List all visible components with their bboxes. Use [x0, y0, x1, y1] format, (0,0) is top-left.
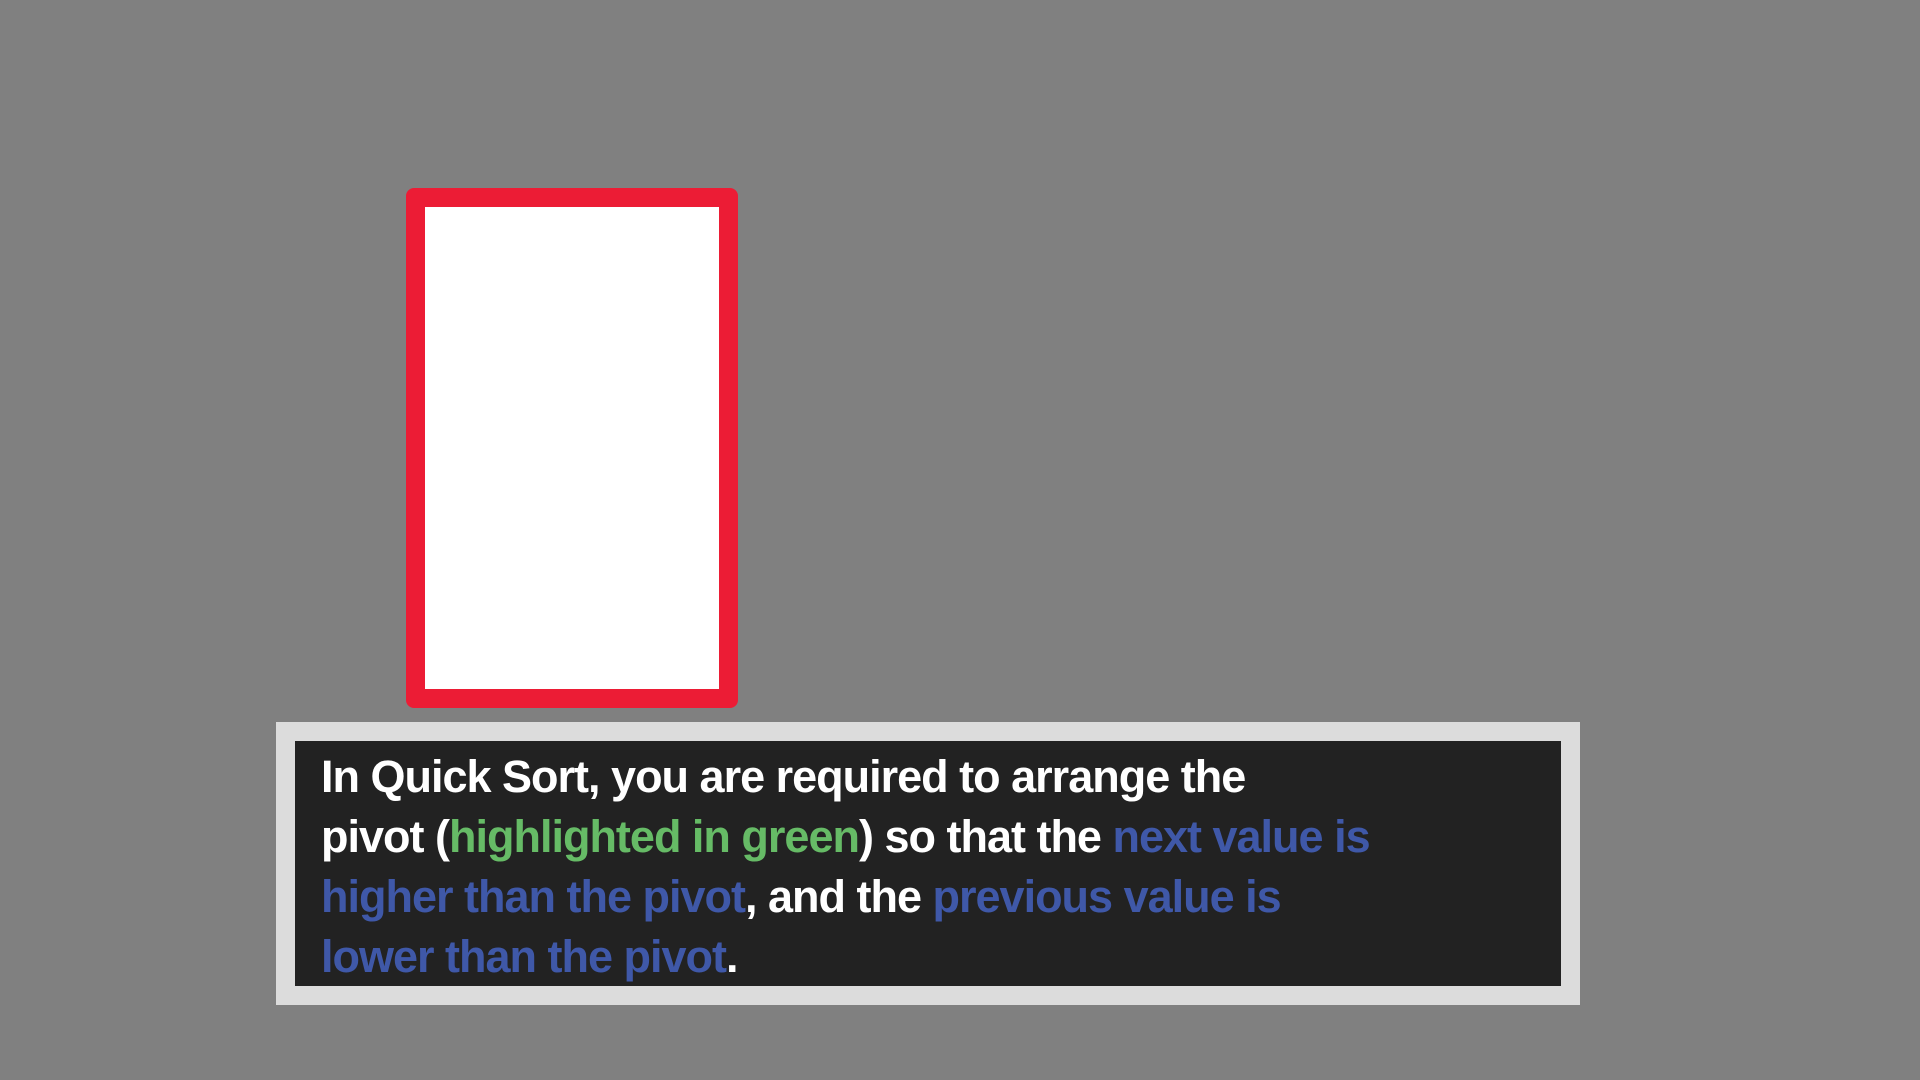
- blue-highlight-next-value: next value is: [1112, 811, 1370, 862]
- highlighted-card: [406, 188, 738, 708]
- instruction-period: .: [726, 931, 738, 982]
- green-highlight-text: highlighted in green: [448, 811, 860, 862]
- instruction-line-1: In Quick Sort, you are required to arran…: [321, 751, 1246, 802]
- instruction-line-2-start: pivot (: [321, 811, 450, 862]
- instruction-text: In Quick Sort, you are required to arran…: [321, 747, 1501, 987]
- instruction-line-2-middle: ) so that the: [858, 811, 1113, 862]
- instruction-line-3-middle: , and the: [745, 871, 933, 922]
- blue-highlight-lower: lower than the pivot: [321, 931, 727, 982]
- instruction-panel: In Quick Sort, you are required to arran…: [295, 741, 1561, 986]
- blue-highlight-previous-value: previous value is: [932, 871, 1282, 922]
- instruction-dialog: In Quick Sort, you are required to arran…: [276, 722, 1580, 1005]
- blue-highlight-higher: higher than the pivot: [321, 871, 746, 922]
